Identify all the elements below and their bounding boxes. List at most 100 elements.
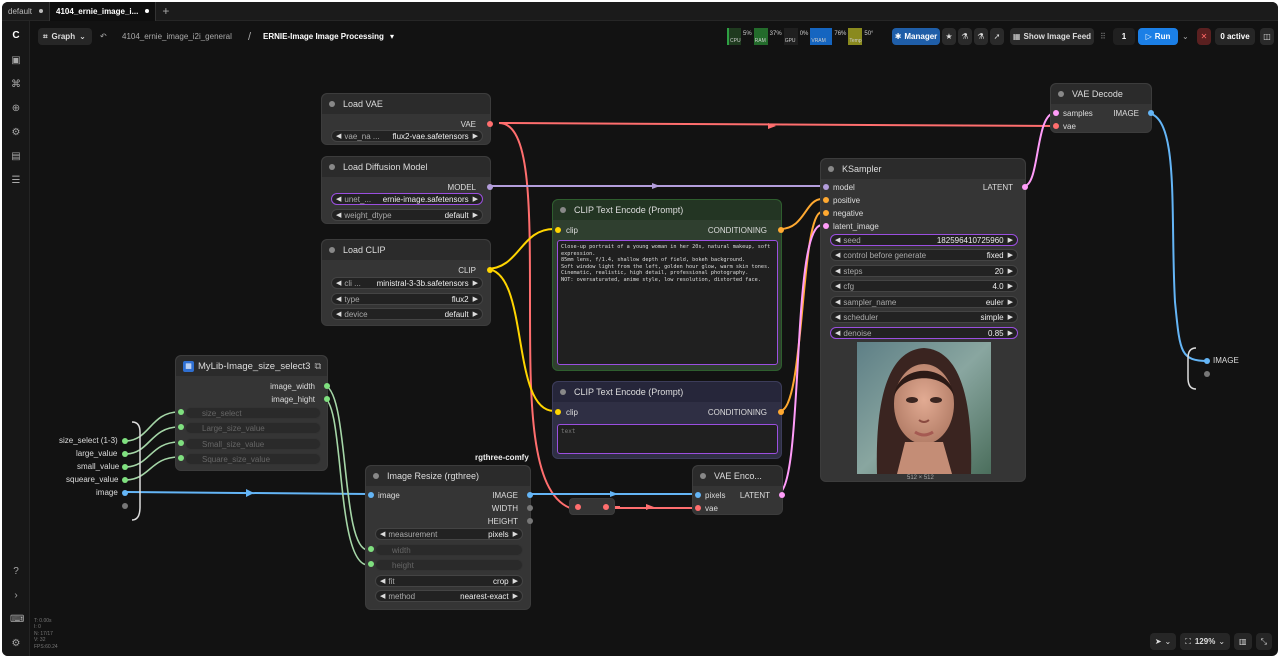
star-icon[interactable]: ★ [942, 28, 956, 45]
unet-name-select[interactable]: ◀ unet_... ernie-image.safetensors ▶ [331, 193, 483, 205]
arrow-left-icon[interactable]: ◀ [835, 251, 840, 259]
clip-name-select[interactable]: ◀ cli ... ministral-3-3b.safetensors ▶ [331, 277, 483, 289]
conditioning-output-port[interactable] [778, 409, 784, 415]
arrow-left-icon[interactable]: ◀ [336, 279, 341, 287]
arrow-right-icon[interactable]: ▶ [1008, 251, 1013, 259]
node-title[interactable]: CLIP Text Encode (Prompt) [553, 382, 781, 402]
breadcrumb[interactable]: 4104_ernie_image_i2i_general [122, 28, 232, 45]
arrow-right-icon[interactable]: ▶ [473, 132, 478, 140]
active-queue-button[interactable]: 0 active [1215, 28, 1255, 45]
run-button[interactable]: ▷ Run [1138, 28, 1178, 45]
node-title[interactable]: Image Resize (rgthree) [366, 466, 530, 486]
sampler-name-widget[interactable]: ◀ sampler_name euler ▶ [830, 296, 1018, 308]
weight-dtype-select[interactable]: ◀ weight_dtype default ▶ [331, 209, 483, 221]
control-before-generate-widget[interactable]: ◀ control before generate fixed ▶ [830, 249, 1018, 261]
nodes-icon[interactable]: ⊕ [10, 103, 22, 115]
tab-default[interactable]: default [2, 2, 49, 21]
node-title[interactable]: VAE Enco... [693, 466, 782, 486]
workflows-icon[interactable]: ⚙ [10, 127, 22, 139]
square-size-input-port[interactable] [178, 455, 184, 461]
arrow-right-icon[interactable]: ▶ [1008, 267, 1013, 275]
height-output-port[interactable] [527, 518, 533, 524]
size-select-widget[interactable]: size_select [185, 407, 321, 419]
arrow-right-icon[interactable]: ▶ [473, 211, 478, 219]
help-icon[interactable]: ? [10, 566, 22, 578]
samples-input-port[interactable] [1053, 110, 1059, 116]
reroute-output-port[interactable] [603, 504, 609, 510]
arrow-left-icon[interactable]: ◀ [336, 310, 341, 318]
clip-type-select[interactable]: ◀ type flux2 ▶ [331, 293, 483, 305]
group-input-port[interactable] [122, 438, 128, 444]
positive-input-port[interactable] [823, 197, 829, 203]
width-widget[interactable]: width [375, 544, 523, 556]
arrow-left-icon[interactable]: ◀ [380, 577, 385, 585]
arrow-left-icon[interactable]: ◀ [380, 592, 385, 600]
arrow-right-icon[interactable]: ▶ [473, 195, 478, 203]
image-output-port[interactable] [1148, 110, 1154, 116]
node-collapse-dot[interactable] [329, 101, 335, 107]
ksampler-node[interactable]: KSampler model positive negative latent_… [820, 158, 1028, 482]
group-input-port[interactable] [122, 490, 128, 496]
image-width-output-port[interactable] [324, 383, 330, 389]
image-hight-output-port[interactable] [324, 396, 330, 402]
arrow-left-icon[interactable]: ◀ [336, 211, 341, 219]
select-mode-button[interactable]: ➤ ⌄ [1149, 633, 1177, 650]
device-select[interactable]: ◀ device default ▶ [331, 308, 483, 320]
group-input-port[interactable] [122, 451, 128, 457]
add-tab-button[interactable]: + [156, 4, 175, 18]
large-size-widget[interactable]: Large_size_value [185, 422, 321, 434]
arrow-right-icon[interactable]: ▶ [513, 592, 518, 600]
settings-icon[interactable]: ⚙ [10, 638, 22, 650]
denoise-widget[interactable]: ◀ denoise 0.85 ▶ [830, 327, 1018, 339]
clip-input-port[interactable] [555, 227, 561, 233]
undo-icon[interactable]: ↶ [100, 28, 107, 45]
arrow-right-icon[interactable]: ▶ [513, 530, 518, 538]
arrow-right-icon[interactable]: ▶ [1008, 282, 1013, 290]
height-input-port[interactable] [368, 561, 374, 567]
node-collapse-dot[interactable] [329, 164, 335, 170]
arrow-left-icon[interactable]: ◀ [835, 329, 840, 337]
keyboard-icon[interactable]: ⌨ [10, 614, 24, 626]
link-visibility-icon[interactable]: ⤡ [1255, 633, 1272, 650]
stop-button[interactable]: ✕ [1197, 28, 1211, 45]
drag-handle-icon[interactable]: ⠿ [1100, 28, 1106, 45]
output-image-port[interactable] [1204, 358, 1210, 364]
clip-input-port[interactable] [555, 409, 561, 415]
image-input-port[interactable] [368, 492, 374, 498]
node-title[interactable]: Load Diffusion Model [322, 157, 490, 177]
node-title[interactable]: ▦ MyLib-Image_size_select3 ⧉ [176, 356, 327, 376]
vae-decode-node[interactable]: VAE Decode samples vae IMAGE [1050, 83, 1154, 133]
small-size-widget[interactable]: Small_size_value [185, 438, 321, 450]
arrow-right-icon[interactable]: ▶ [473, 279, 478, 287]
templates-icon[interactable]: ▤ [10, 151, 22, 163]
steps-widget[interactable]: ◀ steps 20 ▶ [830, 265, 1018, 277]
load-vae-node[interactable]: Load VAE VAE ◀ vae_na ... flux2-vae.safete… [321, 93, 493, 145]
model-input-port[interactable] [823, 184, 829, 190]
vae-encode-node[interactable]: VAE Enco... pixels vae LATENT [692, 465, 785, 515]
clip-text-encode-negative-node[interactable]: CLIP Text Encode (Prompt) clip CONDITION… [552, 381, 784, 459]
show-image-feed-button[interactable]: ▦ Show Image Feed [1010, 28, 1094, 45]
pixels-input-port[interactable] [695, 492, 701, 498]
arrow-left-icon[interactable]: ◀ [835, 298, 840, 306]
load-clip-node[interactable]: Load CLIP CLIP ◀ cli ... ministral-3-3b.sa… [321, 239, 493, 326]
fit-select[interactable]: ◀ fit crop ▶ [375, 575, 523, 587]
node-collapse-dot[interactable] [329, 247, 335, 253]
arrow-left-icon[interactable]: ◀ [835, 282, 840, 290]
tab-ernie[interactable]: 4104_ernie_image_i... [49, 2, 157, 21]
arrow-right-icon[interactable]: ▶ [1008, 236, 1013, 244]
node-collapse-dot[interactable] [700, 473, 706, 479]
manager-button[interactable]: ✱ Manager [892, 28, 940, 45]
terminal-icon[interactable]: › [10, 590, 22, 602]
panel-toggle-icon[interactable]: ◫ [1260, 28, 1274, 45]
arrow-right-icon[interactable]: ▶ [1008, 298, 1013, 306]
large-size-input-port[interactable] [178, 424, 184, 430]
node-title[interactable]: KSampler [821, 159, 1025, 179]
latent-output-port[interactable] [1022, 184, 1028, 190]
arrow-right-icon[interactable]: ▶ [473, 295, 478, 303]
conditioning-output-port[interactable] [778, 227, 784, 233]
arrow-left-icon[interactable]: ◀ [336, 195, 341, 203]
arrow-right-icon[interactable]: ▶ [1008, 329, 1013, 337]
node-title[interactable]: Load VAE [322, 94, 490, 114]
clip-text-encode-positive-node[interactable]: CLIP Text Encode (Prompt) clip CONDITION… [552, 199, 784, 371]
clip-output-port[interactable] [487, 267, 493, 273]
